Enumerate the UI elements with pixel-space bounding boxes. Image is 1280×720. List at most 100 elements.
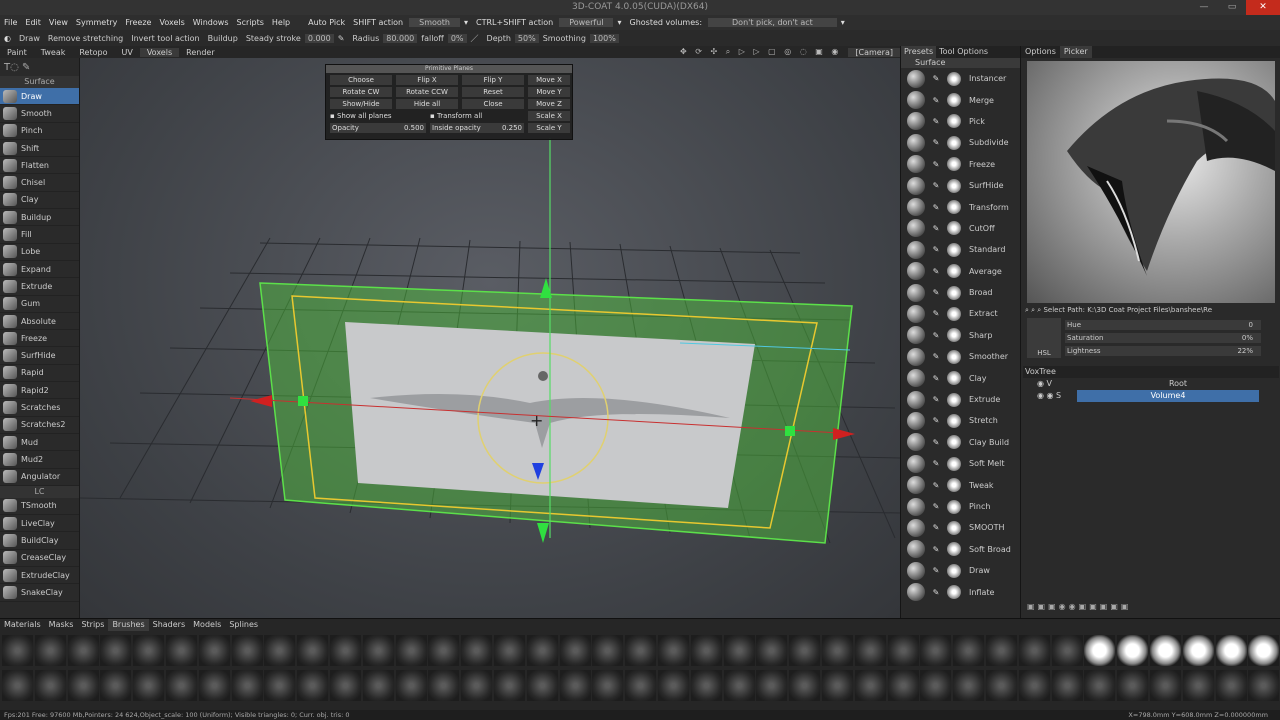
tab-splines[interactable]: Splines	[225, 619, 262, 631]
reference-image[interactable]	[1027, 61, 1275, 303]
brush-alpha-thumbnail[interactable]	[723, 635, 755, 666]
brush-alpha-thumbnail[interactable]	[494, 670, 525, 701]
brush-alpha-thumbnail[interactable]	[1051, 635, 1083, 666]
brush-alpha-thumbnail[interactable]	[362, 635, 394, 666]
brush-alpha-thumbnail[interactable]	[1117, 670, 1149, 701]
brush-alpha-thumbnail[interactable]	[2, 635, 33, 666]
brush-alpha-thumbnail[interactable]	[231, 635, 263, 666]
left-tool-item[interactable]: Expand	[0, 261, 79, 279]
brush-alpha-thumbnail[interactable]	[1084, 670, 1116, 701]
rotate-cw-button[interactable]: Rotate CW	[330, 87, 392, 97]
brush-alpha-thumbnail[interactable]	[1215, 635, 1247, 666]
preset-tool-item[interactable]: ✎ Extract	[901, 303, 1020, 324]
left-tool-item[interactable]: Chisel	[0, 174, 79, 192]
brush-alpha-thumbnail[interactable]	[920, 670, 952, 701]
brush-alpha-thumbnail[interactable]	[690, 670, 722, 701]
tab-materials[interactable]: Materials	[0, 619, 45, 631]
ghosted-volumes-select[interactable]: Don't pick, don't act	[708, 18, 837, 27]
menu-freeze[interactable]: Freeze	[121, 18, 155, 27]
preset-tool-item[interactable]: ✎ Clay Build	[901, 432, 1020, 453]
brush-alpha-thumbnail[interactable]	[986, 670, 1017, 701]
brush-alpha-thumbnail[interactable]	[1182, 635, 1214, 666]
brush-alpha-thumbnail[interactable]	[1018, 635, 1050, 666]
hsl-mode[interactable]: HSL	[1027, 348, 1061, 358]
saturation-slider[interactable]: Saturation 0%	[1065, 333, 1261, 343]
shift-action-select[interactable]: Smooth	[409, 18, 460, 27]
brush-alpha-thumbnail[interactable]	[133, 670, 165, 701]
maximize-icon[interactable]: ▭	[1218, 0, 1246, 15]
brush-alpha-thumbnail[interactable]	[395, 635, 427, 666]
brush-alpha-thumbnail[interactable]	[100, 670, 132, 701]
brush-alpha-thumbnail[interactable]	[756, 670, 788, 701]
brush-alpha-thumbnail[interactable]	[1215, 670, 1247, 701]
brush-alpha-thumbnail[interactable]	[461, 670, 493, 701]
preset-tool-item[interactable]: ✎ Standard	[901, 239, 1020, 260]
brush-alpha-thumbnail[interactable]	[789, 670, 821, 701]
brush-alpha-thumbnail[interactable]	[559, 635, 591, 666]
rotate-ccw-button[interactable]: Rotate CCW	[396, 87, 458, 97]
volume-label[interactable]: Volume4	[1077, 390, 1259, 402]
left-tool-item[interactable]: Shift	[0, 140, 79, 158]
brush-alpha-thumbnail[interactable]	[264, 670, 296, 701]
hide-all-button[interactable]: Hide all	[396, 99, 458, 109]
left-tool-item[interactable]: SurfHide	[0, 347, 79, 365]
buildup-checkbox[interactable]: Buildup	[204, 34, 242, 43]
tab-uv[interactable]: UV	[114, 48, 139, 57]
move-y-button[interactable]: Move Y	[528, 87, 570, 97]
auto-pick-toggle[interactable]: Auto Pick	[304, 18, 349, 27]
brush-alpha-thumbnail[interactable]	[1051, 670, 1083, 701]
brush-alpha-thumbnail[interactable]	[198, 670, 230, 701]
left-tool-item[interactable]: Clay	[0, 192, 79, 210]
ctrl-shift-action-select[interactable]: Powerful	[559, 18, 614, 27]
right-handle[interactable]	[785, 426, 795, 436]
choose-button[interactable]: Choose	[330, 75, 392, 85]
left-tool-item[interactable]: Scratches	[0, 399, 79, 417]
lightness-slider[interactable]: Lightness 22%	[1065, 346, 1261, 356]
brush-alpha-thumbnail[interactable]	[756, 635, 788, 666]
y-arrow-down[interactable]	[537, 523, 549, 543]
menu-edit[interactable]: Edit	[21, 18, 45, 27]
eye-icon[interactable]: ◉ V	[1023, 378, 1077, 390]
brush-alpha-thumbnail[interactable]	[625, 635, 657, 666]
tab-voxels[interactable]: Voxels	[139, 47, 180, 57]
brush-alpha-thumbnail[interactable]	[822, 670, 853, 701]
brush-alpha-thumbnail[interactable]	[231, 670, 263, 701]
brush-alpha-thumbnail[interactable]	[1248, 670, 1280, 701]
tab-presets[interactable]: Presets	[901, 46, 937, 58]
left-tool-item[interactable]: Lobe	[0, 244, 79, 261]
brush-alpha-thumbnail[interactable]	[1150, 635, 1181, 666]
brush-alpha-thumbnail[interactable]	[67, 670, 99, 701]
x-arrow-left[interactable]	[250, 395, 272, 407]
left-tool-item[interactable]: Rapid2	[0, 382, 79, 400]
left-tool-item[interactable]: Rapid	[0, 365, 79, 383]
preset-tool-item[interactable]: ✎ SurfHide	[901, 175, 1020, 196]
chevron-down-icon[interactable]: ▾	[837, 18, 849, 27]
left-tool-item[interactable]: Scratches2	[0, 417, 79, 434]
left-tool-item[interactable]: SnakeClay	[0, 584, 79, 602]
menu-voxels[interactable]: Voxels	[155, 18, 188, 27]
text-tool-icon[interactable]: T◌ ✎	[0, 58, 79, 76]
path-selector[interactable]: ⌕ ⌕ ⌕ Select Path: K:\3D Coat Project Fi…	[1025, 305, 1279, 315]
left-tool-item[interactable]: Smooth	[0, 105, 79, 123]
eye-icon[interactable]: ◉ ◉ S	[1023, 390, 1077, 402]
left-tool-item[interactable]: Flatten	[0, 157, 79, 175]
preset-tool-item[interactable]: ✎ Soft Broad	[901, 539, 1020, 560]
brush-alpha-thumbnail[interactable]	[494, 635, 525, 666]
brush-alpha-thumbnail[interactable]	[953, 670, 985, 701]
tab-tool-options[interactable]: Tool Options	[936, 46, 991, 58]
steady-stroke-input[interactable]: 0.000	[304, 33, 334, 43]
inside-opacity-slider[interactable]: Inside opacity 0.250	[430, 123, 524, 133]
reset-button[interactable]: Reset	[462, 87, 524, 97]
brush-alpha-thumbnail[interactable]	[887, 635, 919, 666]
brush-alpha-thumbnail[interactable]	[428, 670, 460, 701]
menu-symmetry[interactable]: Symmetry	[72, 18, 121, 27]
brush-alpha-thumbnail[interactable]	[723, 670, 755, 701]
pen-icon[interactable]: ✎	[334, 34, 349, 43]
left-handle[interactable]	[298, 396, 308, 406]
line-icon[interactable]: ／	[467, 33, 483, 44]
gizmo-center[interactable]	[538, 371, 548, 381]
preset-tool-item[interactable]: ✎ Clay	[901, 367, 1020, 388]
preset-tool-item[interactable]: ✎ CutOff	[901, 218, 1020, 239]
preset-tool-item[interactable]: ✎ Pick	[901, 111, 1020, 132]
brush-alpha-thumbnail[interactable]	[1084, 635, 1116, 666]
